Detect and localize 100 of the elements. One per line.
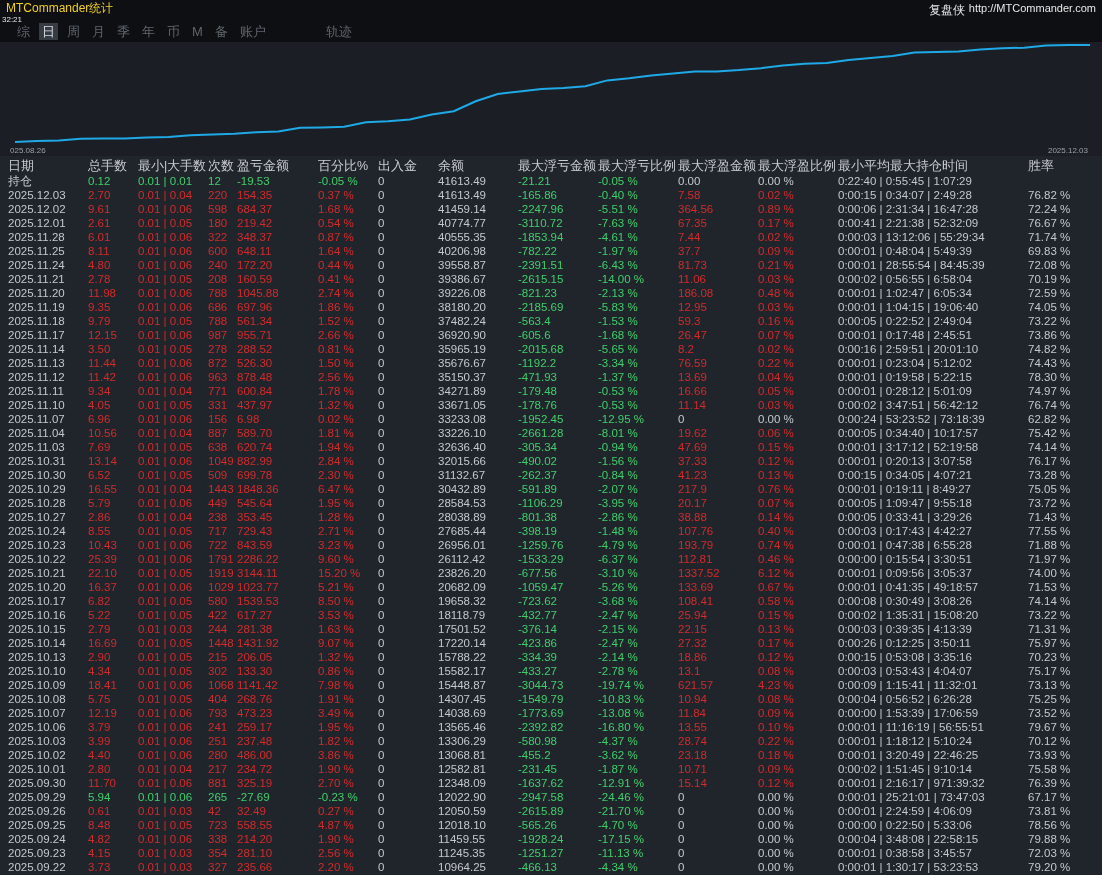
table-cell-text: 684.37 — [237, 202, 274, 216]
table-cell-text: 16.55 — [88, 482, 118, 496]
table-cell-text: 27.32 — [678, 636, 708, 650]
period-tab[interactable]: 月 — [89, 23, 108, 40]
table-cell-text: 0 — [378, 622, 386, 636]
table-cell-text: 449 — [208, 496, 229, 510]
table-cell-text: -27.69 — [237, 790, 271, 804]
table-cell-text: 1.28 % — [318, 510, 355, 524]
table-cell-text: -3110.72 — [518, 216, 564, 230]
period-tab[interactable]: 综 — [14, 23, 33, 40]
table-cell-text: 0:00:04 | 3:48:08 | 22:58:15 — [838, 832, 980, 846]
table-cell-text: -433.27 — [518, 664, 558, 678]
table-cell-text: 561.34 — [237, 314, 274, 328]
table-cell-text: 0.02 % — [318, 412, 355, 426]
period-tab[interactable]: 币 — [164, 23, 183, 40]
table-cell-text: 2025.11.04 — [8, 426, 66, 440]
website-link[interactable]: http://MTCommander.com — [968, 2, 1096, 19]
table-cell-text: 0 — [378, 244, 386, 258]
table-cell-text: 0 — [378, 860, 386, 874]
table-cell-text: 2.80 — [88, 762, 112, 776]
table-cell-text: 0.09 % — [758, 244, 795, 258]
table-cell-text: 37.7 — [678, 244, 702, 258]
table-cell-text: 0 — [378, 426, 386, 440]
table-cell-text: 172.20 — [237, 258, 274, 272]
column-header: 最大浮亏金额 — [518, 159, 597, 174]
table-cell-text: 0:00:15 | 0:53:08 | 3:35:16 — [838, 650, 973, 664]
table-cell-text: 2025.11.19 — [8, 300, 66, 314]
table-cell-text: -262.37 — [518, 468, 558, 482]
table-cell-text: 112.81 — [678, 552, 714, 566]
table-cell-text: -14.00 % — [598, 272, 646, 286]
table-cell-text: 2.70 % — [318, 776, 355, 790]
table-cell-text: 2.61 — [88, 216, 112, 230]
table-cell-text: 0.03 % — [758, 300, 795, 314]
table-cell-text: 69.83 % — [1028, 244, 1072, 258]
table-cell-text: -1251.27 — [518, 846, 565, 860]
table-cell-text: 32636.40 — [438, 440, 487, 454]
table-cell-text: 0.02 % — [758, 188, 795, 202]
table-cell-text: 13306.29 — [438, 734, 487, 748]
table-cell-text: 6.12 % — [758, 566, 795, 580]
table-cell-text: -1.97 % — [598, 244, 639, 258]
table-cell-text: 0.44 % — [318, 258, 355, 272]
table-cell-text: 1.94 % — [318, 440, 355, 454]
table-cell-text: 30432.89 — [438, 482, 487, 496]
table-cell-text: 2025.10.08 — [8, 692, 67, 706]
table-cell-text: 22.15 — [678, 622, 708, 636]
period-tab[interactable]: 备 — [211, 23, 231, 40]
column-header: 最大浮亏比例 — [598, 159, 677, 174]
table-cell-text: 1.91 % — [318, 692, 355, 706]
table-cell-text: 5.21 % — [318, 580, 355, 594]
table-cell-text: 2025.10.23 — [8, 538, 67, 552]
table-cell-text: 887 — [208, 426, 229, 440]
table-cell-text: 0:00:01 | 0:17:48 | 2:45:51 — [838, 328, 973, 342]
table-cell-text: 0:00:02 | 1:35:31 | 15:08:20 — [838, 608, 980, 622]
period-tab[interactable]: 轨迹 — [322, 23, 355, 40]
table-cell-text: 9.35 — [88, 300, 112, 314]
table-cell-text: 0:00:01 | 25:21:01 | 73:47:03 — [838, 790, 986, 804]
table-cell-text: 251 — [208, 734, 229, 748]
period-tab[interactable]: 日 — [39, 23, 58, 40]
table-cell-text: 2025.09.30 — [8, 776, 67, 790]
column-header: 最大浮盈比例 — [758, 159, 837, 174]
table-cell-text: 0 — [378, 398, 386, 412]
table-cell-text: 0.10 % — [758, 720, 795, 734]
table-cell-text: 0:00:01 | 0:20:13 | 3:07:58 — [838, 454, 973, 468]
table-cell-text: -21.70 % — [598, 804, 646, 818]
table-cell-text: 0 — [378, 790, 386, 804]
table-cell-text: 0 — [378, 174, 386, 188]
table-cell-text: 11.44 — [88, 356, 117, 370]
period-tab[interactable]: 年 — [139, 23, 158, 40]
table-cell-text: 6.52 — [88, 468, 112, 482]
table-cell-text: 0.01 | 0.06 — [138, 356, 194, 370]
table-cell-text: 598 — [208, 202, 229, 216]
period-tab[interactable]: 账户 — [236, 23, 269, 40]
table-cell-text: 78.30 % — [1028, 370, 1072, 384]
table-cell-text: 526.30 — [237, 356, 274, 370]
table-cell-text: 0.01 | 0.05 — [138, 440, 194, 454]
period-tab[interactable]: 季 — [114, 23, 133, 40]
table-cell-text: 73.13 % — [1028, 678, 1072, 692]
table-cell-text: 1.86 % — [318, 300, 355, 314]
table-cell-text: 28.74 — [678, 734, 708, 748]
table-cell-text: 0.01 | 0.01 — [138, 174, 194, 188]
table-cell-text: 2.78 — [88, 272, 112, 286]
table-cell-text: 74.05 % — [1028, 300, 1072, 314]
table-cell-text: 2025.10.17 — [8, 594, 67, 608]
period-tab[interactable]: 周 — [64, 23, 83, 40]
table-cell-text: 0.01 | 0.05 — [138, 524, 194, 538]
table-cell-text: 0:22:40 | 0:55:45 | 1:07:29 — [838, 174, 973, 188]
table-cell-text: 4.15 — [88, 846, 112, 860]
clock-time: 32:21 — [2, 15, 23, 24]
table-cell-text: 71.88 % — [1028, 538, 1072, 552]
table-cell-text: -5.65 % — [598, 342, 639, 356]
table-cell-text: 67.35 — [678, 216, 708, 230]
table-cell-text: -1.68 % — [598, 328, 639, 342]
table-cell-text: 0 — [378, 496, 386, 510]
table-cell-text: 0 — [378, 440, 386, 454]
table-cell-text: 0 — [678, 804, 686, 818]
table-cell-text: 0 — [378, 706, 386, 720]
table-cell-text: 0 — [378, 258, 386, 272]
table-cell-text: 0.09 % — [758, 706, 795, 720]
period-tab[interactable]: M — [189, 23, 206, 40]
table-cell-text: 20682.09 — [438, 580, 487, 594]
